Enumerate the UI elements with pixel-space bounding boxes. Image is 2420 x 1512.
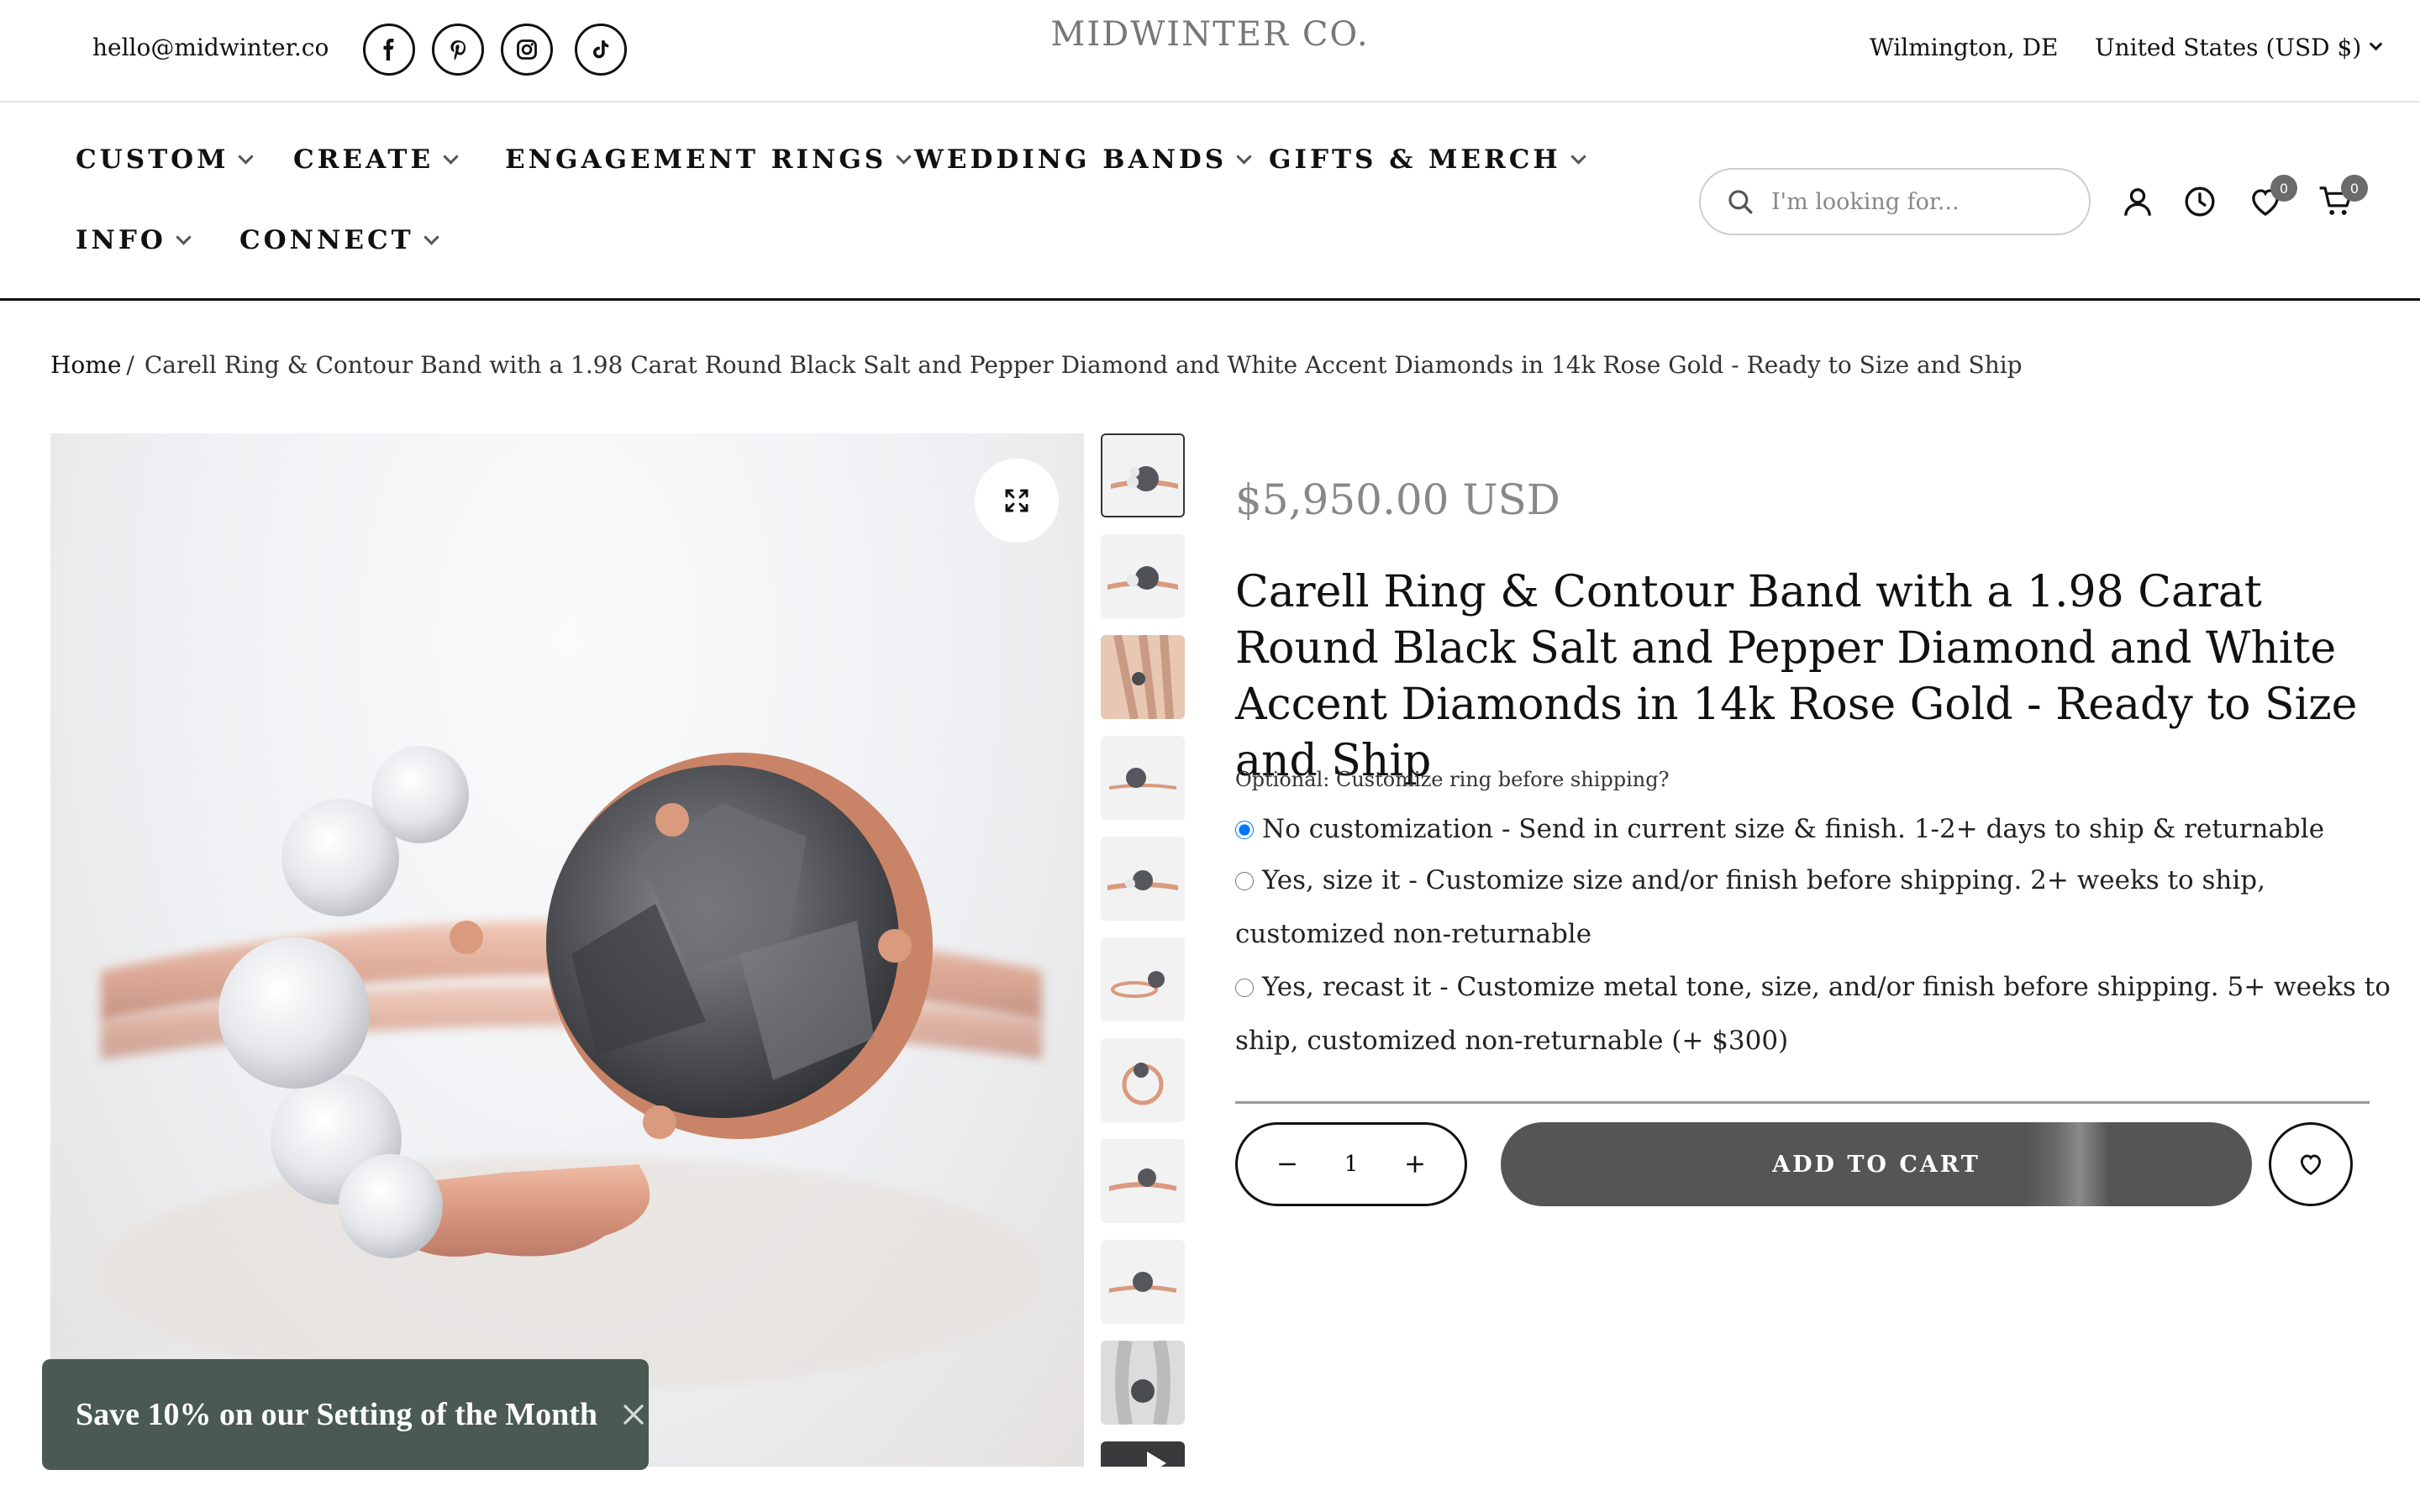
promo-banner[interactable]: Save 10% on our Setting of the Month — [42, 1359, 649, 1470]
breadcrumb-current: Carell Ring & Contour Band with a 1.98 C… — [144, 351, 2023, 379]
nav-item-label: CREATE — [293, 144, 434, 175]
wishlist-icon[interactable]: 0 — [2245, 175, 2297, 222]
store-logo[interactable]: MIDWINTER CO. — [992, 15, 1428, 54]
thumbnail-image[interactable] — [1101, 837, 1185, 921]
thumbnail-image[interactable] — [1101, 433, 1185, 517]
minus-icon — [1279, 1163, 1296, 1166]
option-recast-it[interactable]: Yes, recast it - Customize metal tone, s… — [1235, 960, 2395, 1068]
wishlist-count-badge: 0 — [2270, 175, 2297, 202]
breadcrumb-home-link[interactable]: Home — [50, 351, 121, 379]
add-to-wishlist-button[interactable] — [2269, 1122, 2353, 1206]
decrease-quantity-button[interactable] — [1273, 1150, 1302, 1179]
breadcrumb: Home / Carell Ring & Contour Band with a 1… — [50, 351, 2023, 379]
search-input[interactable] — [1770, 187, 2072, 216]
nav-item-label: INFO — [76, 225, 166, 255]
nav-item-gifts-merch[interactable]: GIFTS & MERCH — [1269, 144, 1586, 175]
currency-selector[interactable]: United States (USD $) — [2095, 34, 2383, 61]
chevron-down-icon — [896, 148, 912, 165]
nav-item-info[interactable]: INFO — [76, 225, 192, 255]
nav-item-label: WEDDING BANDS — [914, 144, 1228, 175]
customize-options-label: Optional: Customize ring before shipping… — [1235, 768, 1670, 791]
search-bar[interactable] — [1699, 168, 2091, 235]
thumbnail-image[interactable] — [1101, 1240, 1185, 1324]
quantity-input[interactable] — [1326, 1151, 1376, 1178]
increase-quantity-button[interactable] — [1401, 1150, 1429, 1179]
tiktok-icon[interactable] — [575, 24, 627, 76]
option-radio[interactable] — [1235, 821, 1254, 839]
thumbnail-image[interactable] — [1101, 736, 1185, 820]
chevron-down-icon — [443, 148, 459, 165]
plus-icon — [1407, 1156, 1423, 1173]
nav-item-connect[interactable]: CONNECT — [239, 225, 439, 255]
email-link[interactable]: hello@midwinter.co — [92, 34, 329, 61]
option-label: Yes, recast it - Customize metal tone, s… — [1235, 972, 2391, 1056]
facebook-icon[interactable] — [363, 24, 415, 76]
option-size-it[interactable]: Yes, size it - Customize size and/or fin… — [1235, 853, 2395, 961]
thumbnail-strip — [1101, 433, 1185, 1467]
instagram-icon[interactable] — [501, 24, 553, 76]
option-radio[interactable] — [1235, 872, 1254, 890]
recently-viewed-icon[interactable] — [2180, 181, 2220, 222]
thumbnail-image[interactable] — [1101, 635, 1185, 719]
breadcrumb-separator: / — [126, 351, 134, 379]
thumbnail-image[interactable] — [1101, 937, 1185, 1021]
nav-item-create[interactable]: CREATE — [293, 144, 459, 175]
nav-item-wedding-bands[interactable]: WEDDING BANDS — [914, 144, 1252, 175]
close-icon[interactable] — [621, 1402, 646, 1427]
chevron-down-icon — [238, 148, 255, 165]
quantity-stepper — [1235, 1122, 1467, 1206]
expand-icon — [1005, 489, 1028, 512]
account-icon[interactable] — [2118, 181, 2158, 222]
thumbnail-image[interactable] — [1101, 1341, 1185, 1425]
nav-item-label: CONNECT — [239, 225, 414, 255]
thumbnail-image[interactable] — [1101, 1038, 1185, 1122]
chevron-down-icon — [1236, 148, 1252, 165]
product-title: Carell Ring & Contour Band with a 1.98 C… — [1235, 567, 2358, 786]
nav-item-label: CUSTOM — [76, 144, 229, 175]
expand-image-button[interactable] — [975, 459, 1059, 543]
pinterest-icon[interactable] — [432, 24, 484, 76]
promo-text: Save 10% on our Setting of the Month — [76, 1397, 598, 1432]
product-price: $5,950.00 USD — [1235, 475, 1560, 524]
cart-icon[interactable]: 0 — [2316, 175, 2368, 222]
nav-item-custom[interactable]: CUSTOM — [76, 144, 255, 175]
thumbnail-image[interactable] — [1101, 534, 1185, 618]
option-radio[interactable] — [1235, 979, 1254, 997]
add-to-cart-button[interactable]: ADD TO CART — [1501, 1122, 2252, 1206]
thumbnail-image[interactable] — [1101, 1139, 1185, 1223]
option-no-customization[interactable]: No customization - Send in current size … — [1235, 802, 2395, 856]
chevron-down-icon — [2369, 37, 2383, 51]
video-thumbnail[interactable] — [1101, 1441, 1185, 1467]
option-label: Yes, size it - Customize size and/or fin… — [1235, 865, 2265, 949]
store-location[interactable]: Wilmington, DE — [1870, 34, 2059, 61]
chevron-down-icon — [424, 228, 439, 245]
product-main-image[interactable] — [50, 433, 1084, 1467]
divider — [1235, 1101, 2370, 1104]
heart-icon — [2300, 1154, 2322, 1176]
chevron-down-icon — [176, 228, 192, 245]
currency-label: United States (USD $) — [2095, 34, 2362, 61]
nav-item-label: GIFTS & MERCH — [1269, 144, 1561, 175]
search-icon — [1728, 190, 1753, 214]
top-bar: hello@midwinter.co MIDWINTER CO. Wilming… — [0, 0, 2420, 102]
chevron-down-icon — [1570, 148, 1586, 165]
nav-item-label: ENGAGEMENT RINGS — [505, 144, 887, 175]
nav-item-engagement-rings[interactable]: ENGAGEMENT RINGS — [505, 144, 912, 175]
cart-count-badge: 0 — [2341, 175, 2368, 202]
option-label: No customization - Send in current size … — [1262, 814, 2325, 844]
